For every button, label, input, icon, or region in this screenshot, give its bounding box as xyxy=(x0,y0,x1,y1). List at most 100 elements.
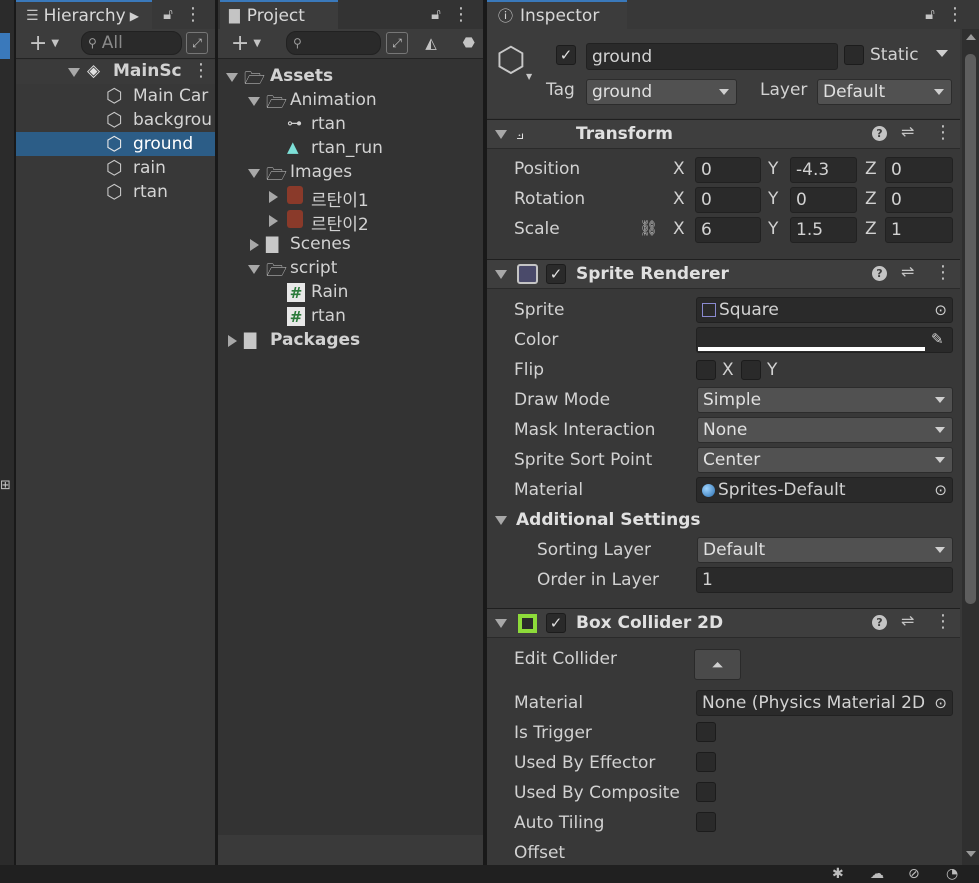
used-by-effector-checkbox[interactable] xyxy=(696,752,716,772)
rotation-x-input[interactable]: 0 xyxy=(695,187,761,213)
tree-packages[interactable]: Packages xyxy=(270,330,360,350)
tree-anim-rtan[interactable]: rtan xyxy=(311,114,346,134)
position-z-input[interactable]: 0 xyxy=(885,157,953,183)
x-axis-label[interactable]: X xyxy=(673,189,685,209)
tree-anim-rtan-run[interactable]: rtan_run xyxy=(311,138,383,158)
z-axis-label[interactable]: Z xyxy=(865,159,877,179)
hierarchy-search-input[interactable]: ⚲ All xyxy=(81,31,182,55)
flip-x-checkbox[interactable] xyxy=(696,360,716,380)
object-picker-icon[interactable]: ⊙ xyxy=(934,694,947,712)
is-trigger-checkbox[interactable] xyxy=(696,722,716,742)
scale-x-input[interactable]: 6 xyxy=(695,217,761,243)
tree-script-rtan[interactable]: rtan xyxy=(311,306,346,326)
kebab-menu-icon[interactable]: ⋮ xyxy=(934,122,952,143)
kebab-menu-icon[interactable]: ⋮ xyxy=(934,262,952,283)
fold-arrow-icon[interactable] xyxy=(248,265,260,274)
position-y-input[interactable]: -4.3 xyxy=(790,157,857,183)
lock-icon[interactable]: 🔓︎ xyxy=(922,4,938,24)
list-item[interactable]: ⬡ rtan xyxy=(16,180,215,204)
tree-scenes[interactable]: Scenes xyxy=(290,234,351,254)
fold-arrow-icon[interactable] xyxy=(495,270,507,279)
static-dropdown-arrow[interactable] xyxy=(936,50,948,57)
scroll-down-icon[interactable] xyxy=(966,851,976,857)
search-by-type-icon[interactable]: ⤢ xyxy=(386,32,408,54)
transform-header[interactable] xyxy=(487,119,960,149)
material-object-field[interactable]: Sprites-Default ⊙ xyxy=(696,477,953,503)
tab-project[interactable]: ▇ Project xyxy=(220,0,338,29)
rotation-y-input[interactable]: 0 xyxy=(790,187,857,213)
sprite-renderer-enabled-checkbox[interactable]: ✓ xyxy=(546,264,566,284)
hierarchy-scene-row[interactable]: ◈ MainSc ⋮ xyxy=(16,60,215,84)
x-axis-label[interactable]: X xyxy=(673,159,685,179)
gameobject-cube-icon[interactable]: ⬡ xyxy=(496,40,526,80)
z-axis-label[interactable]: Z xyxy=(865,189,877,209)
presets-icon[interactable]: ⇌ xyxy=(901,122,914,141)
scene-view-tab-edge[interactable] xyxy=(0,33,10,59)
object-name-input[interactable]: ground xyxy=(586,43,838,70)
scene-visibility-icon[interactable]: ⤢ xyxy=(186,32,208,54)
sprite-object-field[interactable]: Square ⊙ xyxy=(696,297,953,323)
edit-collider-button[interactable]: ⏶ xyxy=(694,649,741,680)
filter-type-icon[interactable]: ◭ xyxy=(420,31,442,55)
tag-dropdown[interactable]: ground xyxy=(586,79,737,105)
presets-icon[interactable]: ⇌ xyxy=(901,611,914,630)
help-icon[interactable]: ? xyxy=(872,615,887,630)
list-item[interactable]: ⬡ Main Car xyxy=(16,84,215,108)
additional-settings-label[interactable]: Additional Settings xyxy=(516,510,701,530)
progress-icon[interactable]: ◔ xyxy=(946,866,958,882)
scrollbar-thumb[interactable] xyxy=(965,54,976,604)
position-x-input[interactable]: 0 xyxy=(695,157,761,183)
list-item[interactable]: ⬡ rain xyxy=(16,156,215,180)
fold-arrow-icon[interactable] xyxy=(248,97,260,106)
collider-material-field[interactable]: None (Physics Material 2D ⊙ xyxy=(696,690,953,716)
lock-icon[interactable]: 🔓︎ xyxy=(160,4,176,24)
link-broken-icon[interactable]: ⛓︎ xyxy=(639,219,658,237)
y-axis-label[interactable]: Y xyxy=(768,219,778,239)
kebab-menu-icon[interactable]: ⋮ xyxy=(946,4,964,25)
fold-arrow-icon[interactable] xyxy=(495,516,507,525)
kebab-menu-icon[interactable]: ⋮ xyxy=(192,60,210,81)
fold-arrow-icon[interactable] xyxy=(68,68,80,77)
scale-y-input[interactable]: 1.5 xyxy=(790,217,857,243)
static-checkbox[interactable] xyxy=(844,45,864,65)
lock-icon[interactable]: 🔓︎ xyxy=(428,4,444,24)
fold-arrow-icon[interactable] xyxy=(226,73,238,82)
eyedropper-icon[interactable]: ✎ xyxy=(931,330,944,348)
scale-z-input[interactable]: 1 xyxy=(885,217,953,243)
add-icon[interactable]: + ▼ xyxy=(226,31,266,56)
kebab-menu-icon[interactable]: ⋮ xyxy=(452,4,470,25)
rotation-z-input[interactable]: 0 xyxy=(885,187,953,213)
scene-grid-icon[interactable]: ⊞ xyxy=(0,478,14,496)
add-icon[interactable]: + ▼ xyxy=(24,31,64,56)
tree-animation[interactable]: Animation xyxy=(290,90,377,110)
flip-y-checkbox[interactable] xyxy=(741,360,761,380)
y-axis-label[interactable]: Y xyxy=(768,189,778,209)
fold-arrow-icon[interactable] xyxy=(250,239,259,251)
list-item[interactable]: ⬡ backgrou xyxy=(16,108,215,132)
color-swatch[interactable] xyxy=(698,347,925,351)
tree-script[interactable]: script xyxy=(290,258,337,278)
tab-arrow-icon[interactable]: ▶ xyxy=(130,9,139,23)
box-collider-enabled-checkbox[interactable]: ✓ xyxy=(546,613,566,633)
fold-arrow-icon[interactable] xyxy=(269,191,278,203)
tree-images[interactable]: Images xyxy=(290,162,352,182)
auto-tiling-checkbox[interactable] xyxy=(696,812,716,832)
fold-arrow-icon[interactable] xyxy=(248,169,260,178)
tab-inspector[interactable]: ⓘ Inspector xyxy=(487,0,627,29)
fold-arrow-icon[interactable] xyxy=(228,335,237,347)
y-axis-label[interactable]: Y xyxy=(768,159,778,179)
object-picker-icon[interactable]: ⊙ xyxy=(934,481,947,499)
list-item-selected[interactable]: ⬡ ground xyxy=(16,132,215,156)
kebab-menu-icon[interactable]: ⋮ xyxy=(184,4,202,25)
active-checkbox[interactable]: ✓ xyxy=(556,45,576,65)
kebab-menu-icon[interactable]: ⋮ xyxy=(934,611,952,632)
project-search-input[interactable]: ⚲ xyxy=(286,31,381,55)
tab-hierarchy[interactable]: ☰ Hierarchy ▶ xyxy=(16,0,152,29)
fold-arrow-icon[interactable] xyxy=(495,619,507,628)
z-axis-label[interactable]: Z xyxy=(865,219,877,239)
order-in-layer-input[interactable]: 1 xyxy=(696,567,953,593)
layer-dropdown[interactable]: Default xyxy=(817,79,952,105)
cache-server-icon[interactable]: ☁ xyxy=(870,866,884,882)
draw-mode-dropdown[interactable]: Simple xyxy=(697,387,953,413)
tree-assets[interactable]: Assets xyxy=(270,66,333,86)
